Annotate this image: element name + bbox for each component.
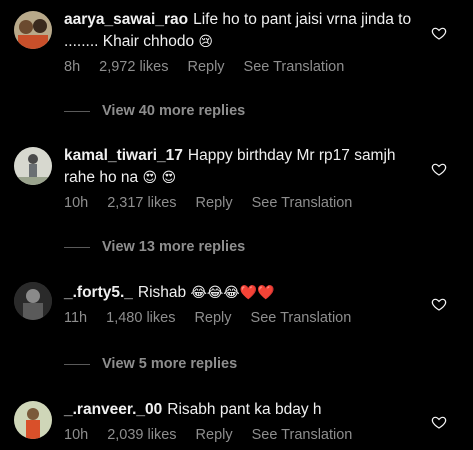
comment-text-block: _.ranveer._00 Risabh pant ka bday h: [64, 399, 419, 421]
likes-count[interactable]: 2,317 likes: [107, 195, 176, 211]
view-replies-label: View 5 more replies: [102, 356, 238, 372]
heart-outline-icon[interactable]: [431, 296, 447, 312]
likes-count[interactable]: 1,480 likes: [106, 310, 175, 326]
timestamp: 8h: [64, 59, 81, 75]
timestamp: 10h: [64, 195, 89, 211]
comment-text-block: aarya_sawai_rao Life ho to pant jaisi vrn…: [64, 9, 419, 53]
likes-count[interactable]: 2,039 likes: [107, 427, 176, 443]
comment-text: Risabh pant ka bday h: [167, 401, 322, 418]
comment-text-block: kamal_tiwari_17 Happy birthday Mr rp17 sa…: [64, 145, 419, 189]
timestamp: 11h: [64, 310, 88, 326]
see-translation-button[interactable]: See Translation: [252, 427, 353, 443]
comment-emoji: 😢: [198, 34, 214, 50]
username[interactable]: _.forty5._: [64, 284, 133, 301]
heart-outline-icon[interactable]: [431, 414, 447, 430]
reply-divider: [64, 246, 90, 248]
comment-meta: 8h 2,972 likes Reply See Translation: [64, 59, 419, 75]
username[interactable]: kamal_tiwari_17: [64, 147, 183, 164]
comment-body: aarya_sawai_rao Life ho to pant jaisi vrn…: [64, 9, 419, 75]
view-more-replies-button[interactable]: View 40 more replies: [64, 103, 245, 119]
likes-count[interactable]: 2,972 likes: [99, 59, 168, 75]
comment-body: _.ranveer._00 Risabh pant ka bday h 10h 2…: [64, 399, 419, 443]
view-replies-label: View 13 more replies: [102, 239, 246, 255]
heart-outline-icon[interactable]: [431, 161, 447, 177]
comment-body: _.forty5._ Rishab 😂😂😂❤️❤️ 11h 1,480 likes…: [64, 282, 419, 326]
comment-meta: 10h 2,317 likes Reply See Translation: [64, 195, 419, 211]
comment-meta: 10h 2,039 likes Reply See Translation: [64, 427, 419, 443]
avatar[interactable]: [14, 401, 52, 439]
see-translation-button[interactable]: See Translation: [252, 195, 353, 211]
reply-button[interactable]: Reply: [187, 59, 224, 75]
username[interactable]: _.ranveer._00: [64, 401, 162, 418]
reply-button[interactable]: Reply: [196, 195, 233, 211]
comment-meta: 11h 1,480 likes Reply See Translation: [64, 310, 419, 326]
comment-text: Rishab: [137, 284, 187, 301]
reply-button[interactable]: Reply: [194, 310, 231, 326]
avatar[interactable]: [14, 11, 52, 49]
avatar[interactable]: [14, 147, 52, 185]
username[interactable]: aarya_sawai_rao: [64, 11, 188, 28]
timestamp: 10h: [64, 427, 89, 443]
reply-divider: [64, 110, 90, 112]
see-translation-button[interactable]: See Translation: [251, 310, 352, 326]
view-more-replies-button[interactable]: View 5 more replies: [64, 356, 237, 372]
view-replies-label: View 40 more replies: [102, 103, 246, 119]
reply-button[interactable]: Reply: [196, 427, 233, 443]
reply-divider: [64, 363, 90, 365]
avatar[interactable]: [14, 282, 52, 320]
comment-body: kamal_tiwari_17 Happy birthday Mr rp17 sa…: [64, 145, 419, 211]
see-translation-button[interactable]: See Translation: [244, 59, 345, 75]
view-more-replies-button[interactable]: View 13 more replies: [64, 239, 245, 255]
comment-emoji: 😍 😍: [142, 170, 177, 186]
comment-emoji: 😂😂😂❤️❤️: [190, 285, 275, 301]
heart-outline-icon[interactable]: [431, 25, 447, 41]
comment-text-block: _.forty5._ Rishab 😂😂😂❤️❤️: [64, 282, 419, 304]
